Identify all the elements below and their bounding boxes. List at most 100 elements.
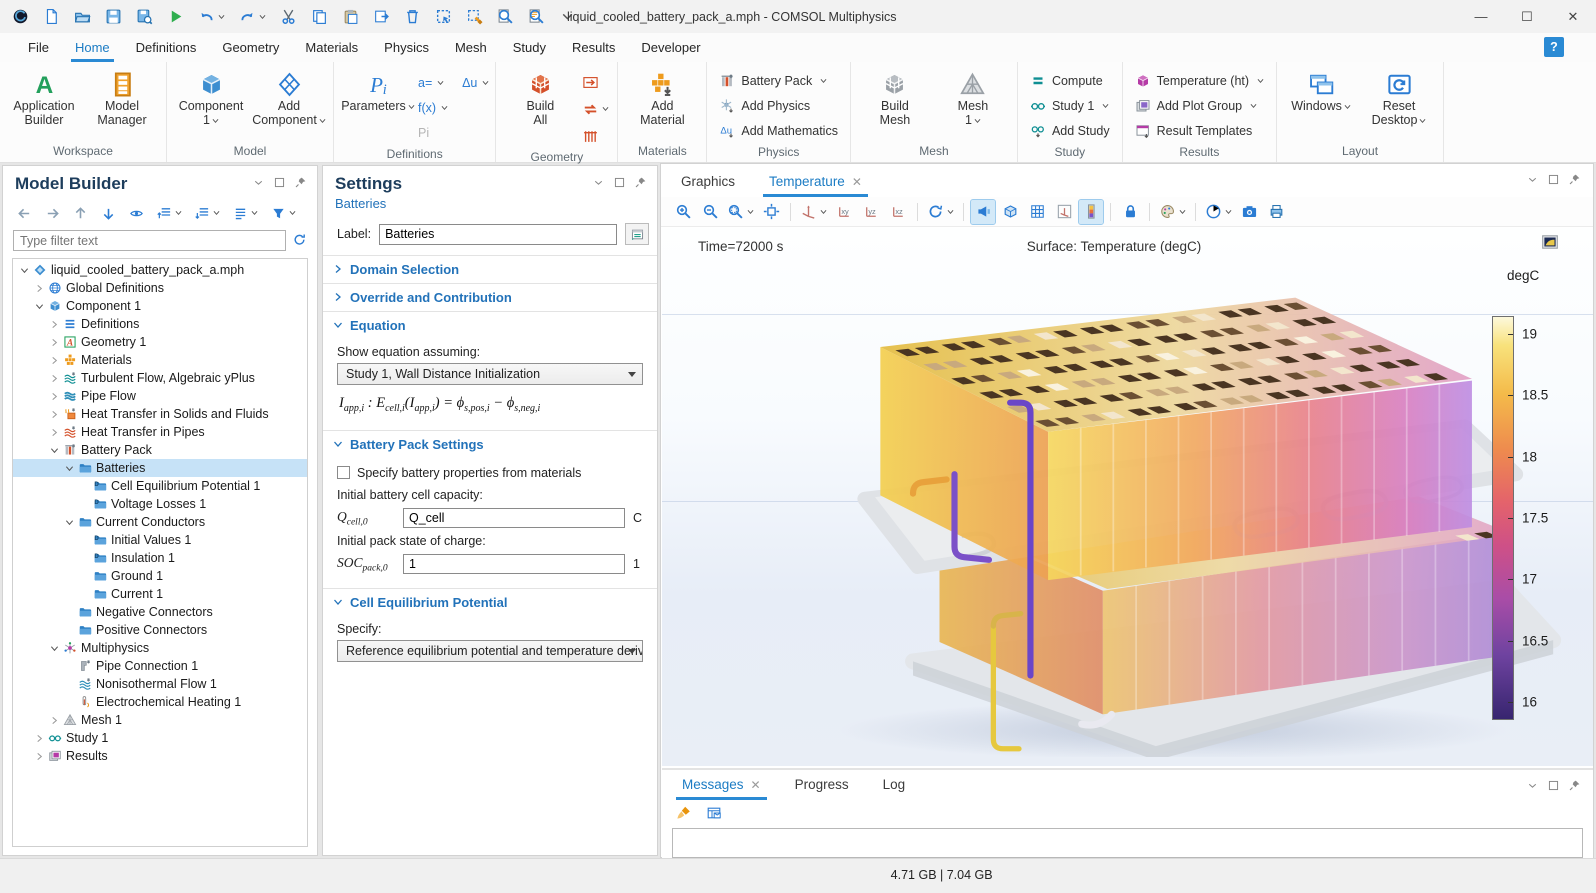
zoom-in-button[interactable]: [671, 200, 695, 224]
tab-graphics[interactable]: Graphics: [681, 174, 735, 197]
ribbon-reset-desktop[interactable]: ResetDesktop: [1361, 64, 1437, 127]
ribbon-build-mesh[interactable]: BuildMesh: [857, 64, 933, 127]
find-icon[interactable]: [495, 5, 516, 29]
ribbon-component-1[interactable]: Component1: [173, 64, 249, 127]
tree-item-batteries[interactable]: Batteries: [13, 459, 307, 477]
tree-item-pipe-flow[interactable]: Pipe Flow: [13, 387, 307, 405]
rotate-button[interactable]: [925, 200, 956, 224]
soc-input[interactable]: [403, 554, 625, 574]
menu-materials[interactable]: Materials: [305, 33, 358, 62]
collapse-all-icon[interactable]: [155, 201, 184, 225]
ribbon-study-1[interactable]: Study 1: [1024, 93, 1116, 118]
pin-icon[interactable]: [1568, 173, 1581, 189]
grid-button[interactable]: [1025, 200, 1049, 224]
menu-mesh[interactable]: Mesh: [455, 33, 487, 62]
view-xy-button[interactable]: xy: [832, 200, 856, 224]
workplane-icon[interactable]: [580, 124, 611, 148]
help-button[interactable]: ?: [1544, 37, 1564, 57]
cep-specify-combo[interactable]: Reference equilibrium potential and temp…: [337, 640, 643, 662]
tree-item-pipe-connection-1[interactable]: Pipe Connection 1: [13, 657, 307, 675]
menu-study[interactable]: Study: [513, 33, 546, 62]
menu-physics[interactable]: Physics: [384, 33, 429, 62]
axis-window-button[interactable]: [1052, 200, 1076, 224]
run-icon[interactable]: [165, 5, 186, 29]
cut-icon[interactable]: [278, 5, 299, 29]
copy-as-image-icon[interactable]: [433, 5, 454, 29]
expand-all-icon[interactable]: [193, 201, 222, 225]
tree-item-results[interactable]: Results: [13, 747, 307, 765]
chev-sm-icon[interactable]: [252, 176, 265, 192]
import-icon[interactable]: [580, 70, 611, 94]
pin-icon[interactable]: [294, 176, 307, 192]
tree-item-initial-values-1[interactable]: DInitial Values 1: [13, 531, 307, 549]
maximize-button[interactable]: ☐: [1504, 0, 1550, 33]
ribbon-application-builder[interactable]: AApplicationBuilder: [6, 64, 82, 127]
tree-item-nonisothermal-flow-1[interactable]: Nonisothermal Flow 1: [13, 675, 307, 693]
messages-output[interactable]: [672, 828, 1583, 858]
tree-item-multiphysics[interactable]: Multiphysics: [13, 639, 307, 657]
tree-item-positive-connectors[interactable]: Positive Connectors: [13, 621, 307, 639]
section-header-cell-equilibrium-potential[interactable]: Cell Equilibrium Potential: [323, 589, 657, 616]
search-icon[interactable]: [526, 5, 547, 29]
tree-item-electrochemical-heating-1[interactable]: Electrochemical Heating 1: [13, 693, 307, 711]
ribbon-a[interactable]: a=: [418, 70, 448, 95]
ribbon-add-component[interactable]: AddComponent: [251, 64, 327, 127]
tree-item-cell-equilibrium-potential-1[interactable]: DCell Equilibrium Potential 1: [13, 477, 307, 495]
float-icon[interactable]: [273, 176, 286, 192]
menu-developer[interactable]: Developer: [641, 33, 700, 62]
open-icon[interactable]: [72, 5, 93, 29]
ribbon-mesh-1[interactable]: Mesh1: [935, 64, 1011, 127]
section-header-equation[interactable]: Equation: [323, 312, 657, 339]
tree-item-definitions[interactable]: Definitions: [13, 315, 307, 333]
nav-down-icon[interactable]: [99, 201, 118, 225]
tree-item-liquid-cooled-battery-pack-a-mph[interactable]: liquid_cooled_battery_pack_a.mph: [13, 261, 307, 279]
ribbon-windows[interactable]: Windows: [1283, 64, 1359, 113]
section-header-override[interactable]: Override and Contribution: [323, 284, 657, 311]
ribbon-u[interactable]: Δu: [462, 70, 489, 95]
msg-table-icon[interactable]: [704, 801, 724, 825]
menu-home[interactable]: Home: [75, 33, 110, 62]
pin-icon[interactable]: [1568, 779, 1581, 795]
label-input[interactable]: [379, 224, 617, 245]
rebuild-icon[interactable]: [580, 97, 611, 121]
ribbon-temperature-ht[interactable]: Temperature (ht): [1129, 68, 1270, 93]
tab-log[interactable]: Log: [883, 777, 906, 800]
tree-item-current-1[interactable]: Current 1: [13, 585, 307, 603]
new-file-icon[interactable]: [41, 5, 62, 29]
menu-geometry[interactable]: Geometry: [222, 33, 279, 62]
chev-sm-icon[interactable]: [1526, 173, 1539, 189]
tree-item-insulation-1[interactable]: DInsulation 1: [13, 549, 307, 567]
tree-item-voltage-losses-1[interactable]: DVoltage Losses 1: [13, 495, 307, 513]
lock-button[interactable]: [1118, 200, 1142, 224]
tree-item-materials[interactable]: Materials: [13, 351, 307, 369]
tab-messages[interactable]: Messages✕: [682, 777, 761, 800]
view-xz-button[interactable]: xz: [886, 200, 910, 224]
ribbon-parameters[interactable]: PiParameters: [340, 64, 416, 113]
tree-item-study-1[interactable]: Study 1: [13, 729, 307, 747]
scene-light-button[interactable]: [971, 200, 995, 224]
transparency-button[interactable]: [998, 200, 1022, 224]
tab-temperature[interactable]: Temperature✕: [769, 174, 862, 197]
broom-icon[interactable]: [674, 801, 694, 825]
filter-icon[interactable]: [269, 201, 298, 225]
plot-inset-icon[interactable]: [1541, 233, 1559, 254]
tree-item-negative-connectors[interactable]: Negative Connectors: [13, 603, 307, 621]
float-icon[interactable]: [1547, 173, 1560, 189]
print-button[interactable]: [1264, 200, 1288, 224]
ribbon-compute[interactable]: Compute: [1024, 68, 1116, 93]
close-button[interactable]: ✕: [1550, 0, 1596, 33]
section-header-domain-selection[interactable]: Domain Selection: [323, 256, 657, 283]
tree-item-component-1[interactable]: Component 1: [13, 297, 307, 315]
tree-item-ground-1[interactable]: Ground 1: [13, 567, 307, 585]
redo-icon[interactable]: [237, 5, 268, 29]
float-icon[interactable]: [1547, 779, 1560, 795]
pin-icon[interactable]: [634, 176, 647, 192]
ribbon-add-mathematics[interactable]: ΔuAdd Mathematics: [713, 118, 844, 143]
tree-item-global-definitions[interactable]: Global Definitions: [13, 279, 307, 297]
color-theme-button[interactable]: [1157, 200, 1188, 224]
clear-selection-icon[interactable]: [464, 5, 485, 29]
nav-left-icon[interactable]: [15, 201, 34, 225]
chev-sm-icon[interactable]: [1526, 779, 1539, 795]
minimize-button[interactable]: —: [1458, 0, 1504, 33]
menu-results[interactable]: Results: [572, 33, 615, 62]
